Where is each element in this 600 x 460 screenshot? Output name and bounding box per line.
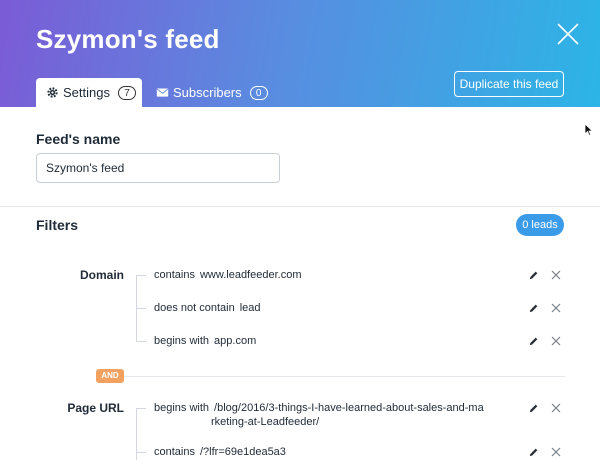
edit-pencil-icon[interactable] — [528, 336, 539, 347]
filter-operator: begins with — [154, 335, 210, 347]
tab-settings[interactable]: Settings 7 — [36, 78, 142, 107]
filters-heading: Filters — [36, 217, 79, 233]
and-connector-badge: AND — [96, 369, 124, 383]
filter-value: lead — [239, 302, 261, 314]
filter-operator: does not contain — [154, 302, 235, 314]
and-divider — [100, 376, 565, 377]
tree-branch — [136, 341, 146, 342]
remove-icon[interactable] — [551, 336, 561, 346]
leads-count-badge: 0 leads — [516, 214, 564, 236]
tab-settings-count: 7 — [117, 85, 136, 100]
remove-icon[interactable] — [551, 270, 561, 280]
remove-icon[interactable] — [551, 447, 561, 457]
feed-name-heading: Feed's name — [36, 131, 121, 147]
filter-row: contains /?lfr=69e1dea5a3 — [154, 445, 286, 459]
edit-pencil-icon[interactable] — [528, 303, 539, 314]
tab-subscribers-label: Subscribers — [173, 85, 242, 100]
filter-value: app.com — [214, 335, 257, 347]
filter-row: does not contain lead — [154, 301, 261, 315]
envelope-icon — [156, 88, 169, 97]
tree-branch — [136, 308, 146, 309]
remove-icon[interactable] — [551, 303, 561, 313]
filter-value: /blog/2016/3-things-I-have-learned-about… — [214, 402, 484, 414]
edit-pencil-icon[interactable] — [528, 403, 539, 414]
tab-subscribers-count: 0 — [249, 85, 268, 100]
duplicate-feed-button[interactable]: Duplicate this feed — [454, 71, 564, 97]
filter-row: begins with/blog/2016/3-things-I-have-le… — [154, 401, 484, 415]
filter-value: www.leadfeeder.com — [199, 269, 302, 281]
tree-branch — [136, 452, 146, 453]
filter-operator: contains — [154, 269, 195, 281]
close-icon[interactable] — [556, 22, 580, 46]
section-divider — [0, 206, 600, 207]
filter-value-continuation: rketing-at-Leadfeeder/ — [211, 416, 320, 428]
edit-pencil-icon[interactable] — [528, 270, 539, 281]
remove-icon[interactable] — [551, 403, 561, 413]
filter-operator: begins with — [154, 402, 210, 414]
filter-group-label-page-url: Page URL — [67, 401, 124, 415]
filter-row: begins with app.com — [154, 334, 256, 348]
filter-row: contains www.leadfeeder.com — [154, 268, 301, 282]
page-title: Szymon's feed — [36, 24, 220, 54]
edit-pencil-icon[interactable] — [528, 447, 539, 458]
feed-name-input[interactable] — [36, 153, 280, 183]
tree-branch — [136, 275, 146, 276]
gear-icon — [47, 87, 58, 98]
filter-group-label-domain: Domain — [79, 268, 124, 282]
mouse-cursor-icon — [584, 123, 594, 137]
filter-operator: contains — [154, 446, 195, 458]
filter-value: /?lfr=69e1dea5a3 — [199, 446, 286, 458]
tree-branch — [136, 408, 146, 409]
tab-settings-label: Settings — [63, 85, 110, 100]
tab-subscribers[interactable]: Subscribers 0 — [156, 78, 268, 107]
